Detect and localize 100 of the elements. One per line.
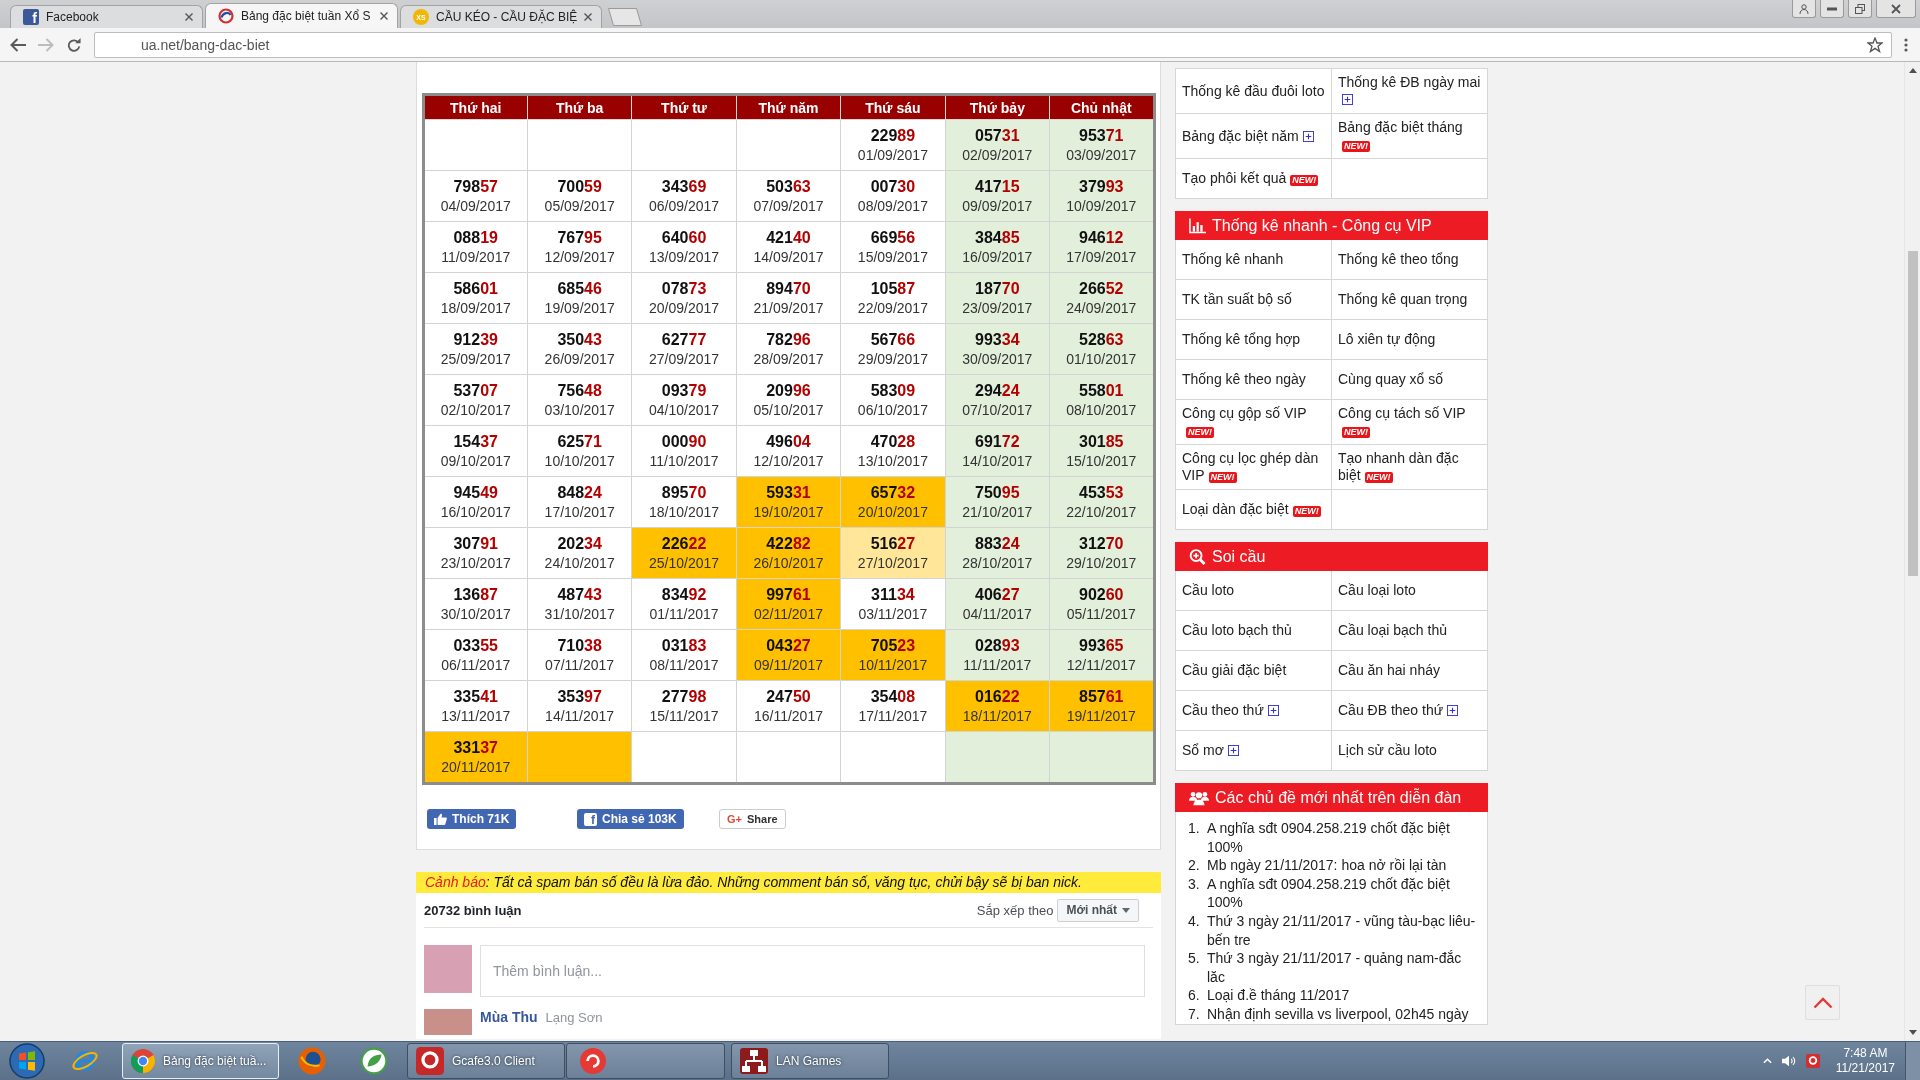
date-text: 01/10/2017: [1065, 349, 1138, 369]
lottery-number: 42282: [765, 533, 812, 554]
sidebar-link[interactable]: Thống kê đầu đuôi loto: [1182, 82, 1325, 100]
like-button[interactable]: Thích 71K: [427, 809, 517, 829]
comment-author[interactable]: Mùa Thu: [480, 1009, 538, 1026]
sidebar-link[interactable]: Công cụ lọc ghép dàn VIP NEW!: [1182, 450, 1326, 484]
chevron-up-icon[interactable]: [1762, 1058, 1772, 1064]
sidebar-link[interactable]: Cầu ăn hai nháy: [1338, 662, 1440, 679]
scrollbar[interactable]: [1904, 62, 1920, 1041]
browser-tab[interactable]: Bảng đặc biệt tuần Xổ S: [205, 3, 398, 28]
lottery-number: 95371: [1078, 125, 1125, 146]
sidebar-link[interactable]: Thống kê nhanh: [1182, 251, 1284, 268]
scrollbar-thumb[interactable]: [1907, 251, 1918, 576]
date-text: 19/11/2017: [1065, 706, 1137, 726]
sidebar-link[interactable]: Loại dàn đặc biệt NEW!: [1182, 501, 1321, 518]
lottery-number: 51627: [869, 533, 917, 554]
taskbar-button[interactable]: LAN Games: [731, 1043, 889, 1079]
lottery-number: 59331: [765, 482, 812, 503]
lottery-number: 33541: [452, 686, 499, 707]
forum-topic-link[interactable]: A nghĩa sđt 0904.258.219 chốt đặc biệt 100%: [1207, 874, 1481, 912]
sidebar-link[interactable]: Cầu loto bạch thủ: [1182, 622, 1292, 639]
sidebar-link[interactable]: Cùng quay xổ số: [1338, 371, 1444, 388]
back-to-top-button[interactable]: [1805, 985, 1840, 1020]
restore-button[interactable]: [1848, 0, 1872, 18]
lottery-number: 64060: [660, 227, 708, 248]
sidebar-link[interactable]: Công cụ gộp số VIP NEW!: [1182, 405, 1326, 439]
sidebar-link[interactable]: Cầu loto: [1182, 582, 1235, 599]
forum-topic-link[interactable]: A nghĩa sđt 0904.258.219 chốt đặc biệt 100%: [1207, 819, 1481, 857]
sidebar-link[interactable]: Bảng đặc biệt tháng NEW!: [1338, 119, 1482, 153]
sidebar-link[interactable]: Thống kê theo tổng: [1338, 251, 1459, 268]
lottery-number: 22622: [660, 533, 708, 554]
sidebar-link[interactable]: Lô xiên tự động: [1338, 331, 1436, 348]
date-text: 07/10/2017: [961, 400, 1034, 420]
date-text: 25/10/2017: [648, 553, 721, 573]
restore-icon: [1855, 3, 1865, 14]
list-number: 3.: [1188, 874, 1201, 894]
bookmark-star-icon[interactable]: [1867, 36, 1883, 53]
sidebar-link[interactable]: Thống kê tổng hợp: [1182, 331, 1301, 348]
sort-dropdown[interactable]: Mới nhất: [1057, 898, 1139, 922]
sidebar-link[interactable]: Tạo phôi kết quả NEW!: [1182, 170, 1319, 187]
lottery-number: 55801: [1078, 380, 1125, 401]
lottery-number: 08819: [452, 227, 499, 248]
scroll-down-icon[interactable]: [1908, 1030, 1917, 1035]
sidebar-link[interactable]: Cầu giải đặc biệt: [1182, 662, 1287, 679]
menu-icon: [1904, 37, 1908, 52]
sidebar-link[interactable]: TK tần suất bộ số: [1182, 291, 1292, 308]
profile-button[interactable]: [1792, 0, 1816, 18]
lottery-number: 04327: [765, 635, 812, 656]
close-button[interactable]: [1876, 0, 1916, 18]
date-text: 11/10/2017: [648, 451, 720, 471]
forum-topic-link[interactable]: Loại đ.ề tháng 11/2017: [1207, 986, 1481, 1005]
forum-topic-link[interactable]: Mb ngày 21/11/2017: hoa nở rồi lại tàn: [1207, 856, 1481, 875]
sidebar-link[interactable]: Tạo nhanh dàn đặc biệt NEW!: [1338, 450, 1482, 484]
lottery-number: 33137: [452, 737, 499, 758]
share-button[interactable]: G+ Share: [719, 809, 786, 829]
close-icon[interactable]: [380, 12, 388, 20]
column-header: Thứ tư: [631, 94, 737, 120]
expand-icon[interactable]: [1302, 130, 1314, 142]
browser-tab[interactable]: f Facebook: [10, 5, 203, 28]
clock[interactable]: 7:48 AM 11/21/2017: [1835, 1046, 1895, 1076]
share-button[interactable]: f Chia sẻ 103K: [577, 809, 684, 829]
list-number: 5.: [1188, 949, 1201, 969]
sidebar-link[interactable]: Thống kê theo ngày: [1182, 371, 1306, 388]
date-text: 22/10/2017: [1065, 502, 1138, 522]
caret-icon: [1122, 907, 1130, 913]
expand-icon[interactable]: [1227, 745, 1239, 756]
expand-icon[interactable]: [1342, 94, 1353, 105]
sidebar-link[interactable]: Thống kê ĐB ngày mai: [1338, 74, 1482, 108]
scroll-up-icon[interactable]: [1908, 68, 1917, 73]
sidebar-link[interactable]: Cầu ĐB theo thứ: [1338, 702, 1459, 719]
sidebar-link[interactable]: Công cụ tách số VIP NEW!: [1338, 405, 1482, 439]
sidebar-link[interactable]: Lịch sử cầu loto: [1338, 742, 1437, 759]
close-icon[interactable]: [584, 13, 593, 21]
sidebar-link[interactable]: Cầu loại loto: [1338, 582, 1416, 599]
forum-topic-link[interactable]: Thứ 3 ngày 21/11/2017 - quảng nam-đắc lăc: [1207, 949, 1481, 987]
taskbar-button[interactable]: [566, 1043, 725, 1079]
sidebar-link[interactable]: Cầu theo thứ: [1182, 702, 1279, 719]
date-text: 21/09/2017: [752, 298, 825, 318]
date-text: 17/11/2017: [857, 706, 929, 726]
taskbar-button[interactable]: Gcafe3.0 Client: [407, 1043, 565, 1079]
bar-chart-icon: [1189, 217, 1206, 234]
expand-icon[interactable]: [1267, 705, 1279, 716]
date-text: 23/09/2017: [961, 298, 1034, 318]
lottery-number: 99365: [1078, 635, 1125, 656]
forum-topic-link[interactable]: Nhận định sevilla vs liverpool, 02h45 ngày: [1207, 1004, 1481, 1024]
minimize-button[interactable]: [1820, 0, 1844, 18]
address-bar[interactable]: ua.net/bang-dac-biet: [94, 31, 1892, 58]
sidebar-link[interactable]: Cầu loại bạch thủ: [1338, 622, 1447, 639]
date-text: 16/09/2017: [961, 247, 1034, 267]
sidebar-link[interactable]: Thống kê quan trọng: [1338, 291, 1468, 308]
app-tile-icon[interactable]: [1805, 1054, 1820, 1068]
expand-icon[interactable]: [1447, 705, 1459, 716]
sidebar-link[interactable]: Sổ mơ: [1182, 742, 1239, 759]
speaker-icon[interactable]: [1781, 1054, 1796, 1068]
chevron-up-icon: [1812, 996, 1833, 1009]
sidebar-link[interactable]: Bảng đặc biệt năm: [1182, 127, 1314, 145]
close-icon[interactable]: [185, 13, 193, 21]
date-text: 16/10/2017: [439, 502, 512, 522]
forum-topic-link[interactable]: Thứ 3 ngày 21/11/2017 - vũng tàu-bạc liêu-bến tre: [1207, 911, 1481, 950]
comment-input[interactable]: Thêm bình luận...: [480, 945, 1145, 997]
